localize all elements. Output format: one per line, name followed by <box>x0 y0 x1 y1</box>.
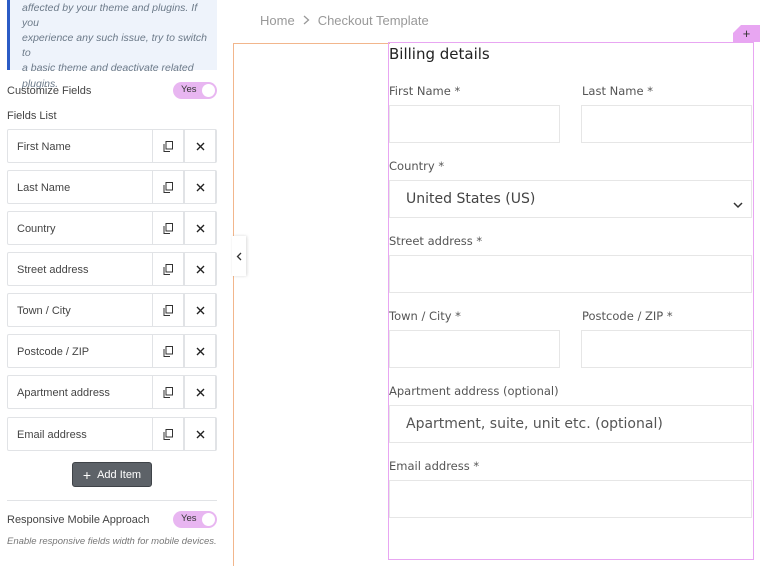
street-address-label: Street address * <box>389 234 483 248</box>
collapse-panel-button[interactable] <box>232 236 246 276</box>
field-name: Apartment address <box>17 387 110 399</box>
duplicate-field-button[interactable] <box>152 417 184 451</box>
duplicate-field-button[interactable] <box>152 334 184 368</box>
customize-fields-toggle[interactable]: Yes <box>173 82 217 99</box>
close-icon <box>196 183 204 191</box>
fields-list-label: Fields List <box>7 110 57 122</box>
field-row-apartment-address[interactable]: Apartment address <box>7 375 217 409</box>
remove-field-button[interactable] <box>184 129 216 163</box>
responsive-mobile-label: Responsive Mobile Approach <box>7 514 150 526</box>
duplicate-field-button[interactable] <box>152 252 184 286</box>
apartment-input[interactable]: Apartment, suite, unit etc. (optional) <box>389 405 752 443</box>
chevron-left-icon <box>236 252 242 260</box>
breadcrumb-current: Checkout Template <box>317 13 429 28</box>
remove-field-button[interactable] <box>184 211 216 245</box>
field-name: Email address <box>17 429 87 441</box>
apartment-label: Apartment address (optional) <box>389 384 559 398</box>
field-row-email-address[interactable]: Email address <box>7 417 217 451</box>
chevron-right-icon <box>303 13 310 28</box>
notice-box: affected by your theme and plugins. If y… <box>7 0 217 90</box>
field-row-town-city[interactable]: Town / City <box>7 293 217 327</box>
notice-line: a basic theme and deactivate related <box>22 62 194 74</box>
field-name: Town / City <box>17 305 71 317</box>
customize-fields-label: Customize Fields <box>7 85 92 97</box>
copy-icon <box>163 345 173 357</box>
field-name: First Name <box>17 141 71 153</box>
postcode-label: Postcode / ZIP * <box>582 309 673 323</box>
chevron-down-icon <box>733 194 743 213</box>
responsive-mobile-toggle[interactable]: Yes <box>173 511 217 528</box>
street-address-input[interactable] <box>389 255 752 293</box>
plus-icon: + <box>82 466 92 483</box>
close-icon <box>196 388 204 396</box>
settings-panel: affected by your theme and plugins. If y… <box>0 0 228 566</box>
close-icon <box>196 142 204 150</box>
divider <box>7 500 217 501</box>
email-label: Email address * <box>389 459 480 473</box>
duplicate-field-button[interactable] <box>152 211 184 245</box>
close-icon <box>196 265 204 273</box>
toggle-knob <box>202 513 215 526</box>
town-city-label: Town / City * <box>389 309 461 323</box>
container-guide-top <box>233 43 390 44</box>
postcode-input[interactable] <box>581 330 752 368</box>
first-name-label: First Name * <box>389 84 461 98</box>
duplicate-field-button[interactable] <box>152 129 184 163</box>
email-input[interactable] <box>389 480 752 518</box>
last-name-label: Last Name * <box>582 84 653 98</box>
duplicate-field-button[interactable] <box>152 170 184 204</box>
field-row-first-name[interactable]: First Name <box>7 129 217 163</box>
notice-line: experience any such issue, try to switch… <box>22 32 208 59</box>
breadcrumb: Home Checkout Template <box>260 13 429 28</box>
field-row-last-name[interactable]: Last Name <box>7 170 217 204</box>
remove-field-button[interactable] <box>184 170 216 204</box>
copy-icon <box>163 222 173 234</box>
field-name: Country <box>17 223 56 235</box>
close-icon <box>196 347 204 355</box>
last-name-input[interactable] <box>581 105 752 143</box>
copy-icon <box>163 263 173 275</box>
duplicate-field-button[interactable] <box>152 293 184 327</box>
remove-field-button[interactable] <box>184 375 216 409</box>
close-icon <box>196 430 204 438</box>
copy-icon <box>163 140 173 152</box>
copy-icon <box>163 181 173 193</box>
toggle-knob <box>202 84 215 97</box>
duplicate-field-button[interactable] <box>152 375 184 409</box>
country-select[interactable]: United States (US) <box>389 180 752 218</box>
town-city-input[interactable] <box>389 330 560 368</box>
field-row-postcode[interactable]: Postcode / ZIP <box>7 334 217 368</box>
add-item-label: Add Item <box>97 468 142 481</box>
plus-icon: + <box>742 26 751 41</box>
copy-icon <box>163 304 173 316</box>
toggle-text: Yes <box>181 513 197 524</box>
first-name-input[interactable] <box>389 105 560 143</box>
add-section-button[interactable]: + <box>733 25 760 42</box>
field-row-country[interactable]: Country <box>7 211 217 245</box>
country-label: Country * <box>389 159 445 173</box>
field-name: Postcode / ZIP <box>17 346 90 358</box>
close-icon <box>196 306 204 314</box>
field-name: Street address <box>17 264 89 276</box>
close-icon <box>196 224 204 232</box>
remove-field-button[interactable] <box>184 293 216 327</box>
remove-field-button[interactable] <box>184 334 216 368</box>
copy-icon <box>163 428 173 440</box>
breadcrumb-home[interactable]: Home <box>260 13 295 28</box>
remove-field-button[interactable] <box>184 252 216 286</box>
toggle-text: Yes <box>181 84 197 95</box>
container-guide-left <box>233 43 234 566</box>
field-name: Last Name <box>17 182 71 194</box>
copy-icon <box>163 386 173 398</box>
field-row-street-address[interactable]: Street address <box>7 252 217 286</box>
template-preview: Home Checkout Template + Billing details… <box>233 0 760 566</box>
country-value: United States (US) <box>406 191 536 207</box>
remove-field-button[interactable] <box>184 417 216 451</box>
notice-line: affected by your theme and plugins. If y… <box>22 2 198 29</box>
billing-heading: Billing details <box>389 45 490 63</box>
add-item-button[interactable]: + Add Item <box>72 462 152 487</box>
apartment-placeholder: Apartment, suite, unit etc. (optional) <box>406 416 663 432</box>
responsive-hint: Enable responsive fields width for mobil… <box>7 536 217 547</box>
